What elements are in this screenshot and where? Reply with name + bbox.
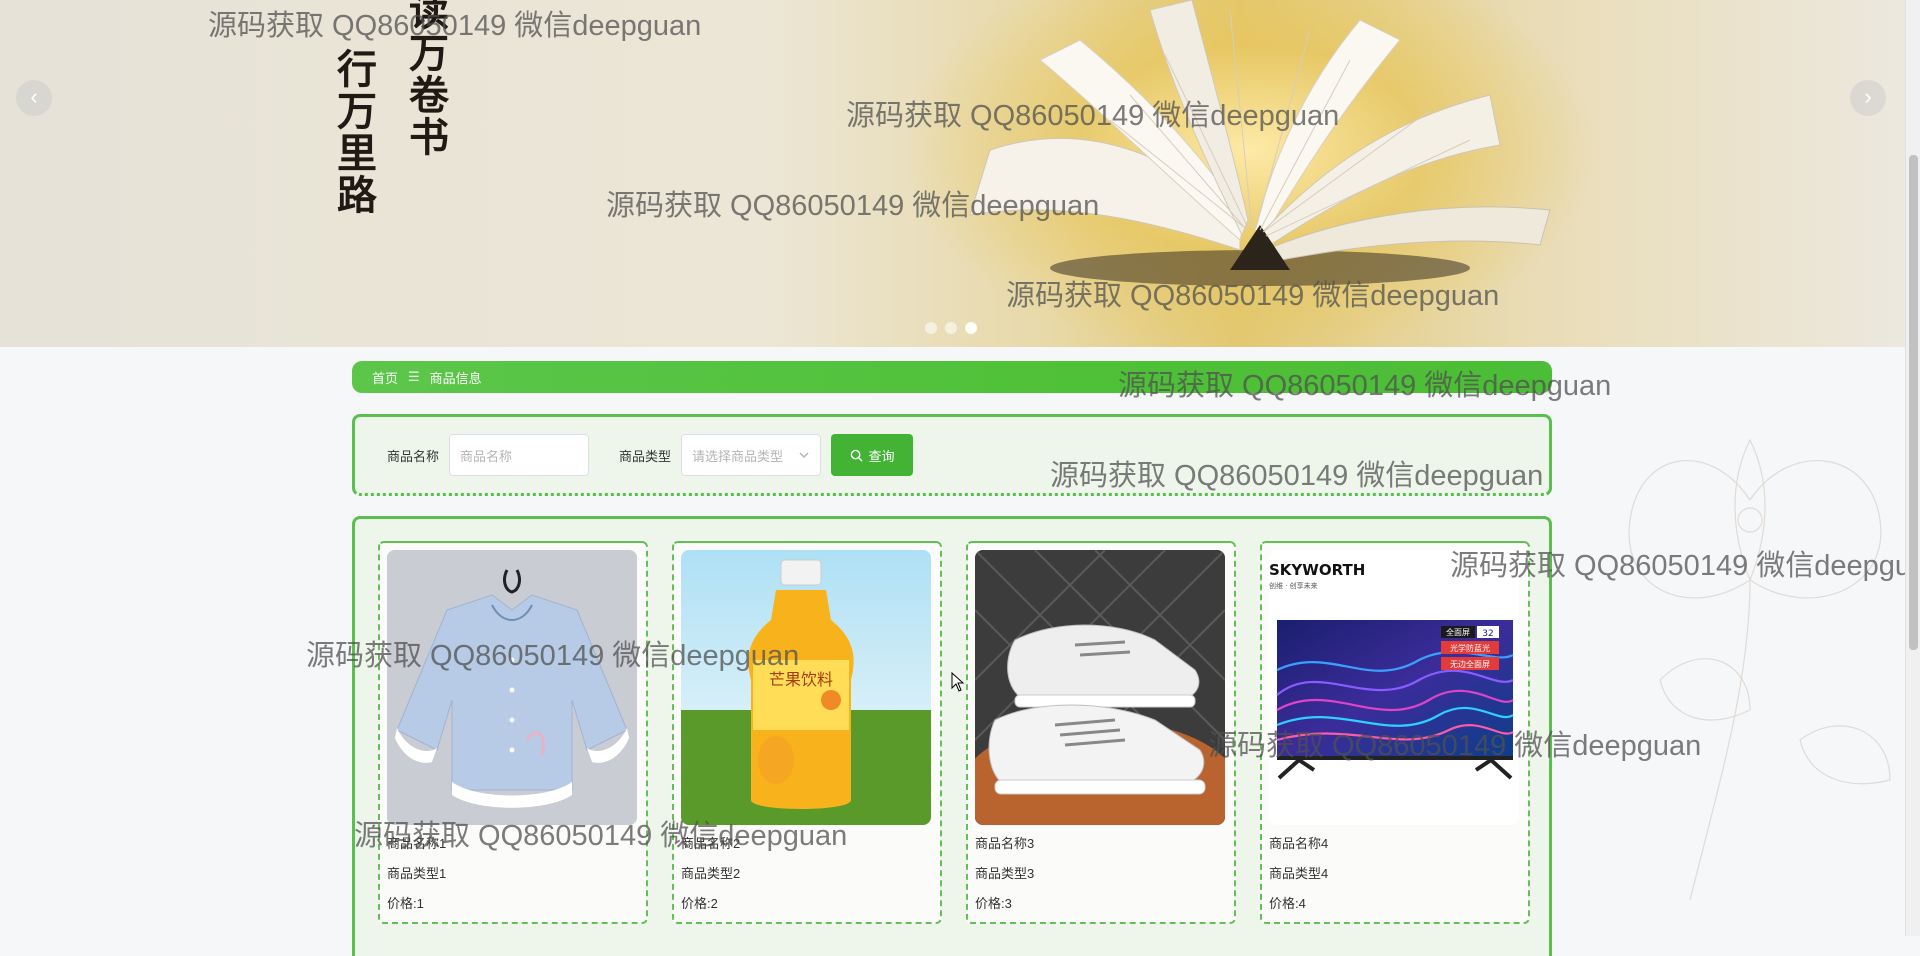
tv-tag-blue-light: 光学防蓝光 (1450, 643, 1490, 653)
product-name: 商品名称4 (1269, 836, 1329, 851)
search-icon (850, 449, 863, 462)
product-image-sneakers[interactable] (975, 550, 1225, 825)
sneakers-illustration (975, 550, 1225, 825)
breadcrumb: 首页 ☰ 商品信息 (352, 361, 1552, 393)
breadcrumb-home-link[interactable]: 首页 (372, 368, 398, 387)
product-type-label: 商品类型 (619, 448, 672, 464)
search-button[interactable]: 查询 (831, 434, 914, 476)
product-list: 商品名称1 商品类型1 价格:1 芒果饮料 商品名称2 商品类型2 价格:2 商… (352, 516, 1552, 956)
product-image-television[interactable]: SKYWORTH 创维 · 创享未来 全面屏 32 光学防蓝光 无边全面屏 (1269, 550, 1519, 825)
calligraphy-text-2: 行万里路 (330, 48, 377, 216)
television-illustration: SKYWORTH 创维 · 创享未来 全面屏 32 光学防蓝光 无边全面屏 (1269, 550, 1519, 825)
breadcrumb-separator-icon: ☰ (408, 369, 420, 384)
product-type: 商品类型3 (975, 866, 1035, 881)
search-panel: 商品名称 商品名称 商品类型 请选择商品类型 查询 (352, 414, 1552, 496)
calligraphy-text-1: 读万卷书 (402, 0, 449, 158)
product-price: 价格:2 (681, 896, 718, 911)
banner-carousel[interactable]: 读万卷书 行万里路 ‹ › (0, 0, 1905, 347)
product-card-4[interactable]: SKYWORTH 创维 · 创享未来 全面屏 32 光学防蓝光 无边全面屏 商品… (1260, 541, 1530, 924)
vertical-scrollbar[interactable] (1905, 0, 1920, 936)
carousel-indicators (925, 322, 977, 334)
product-name-label: 商品名称 (387, 448, 440, 464)
chevron-down-icon (799, 452, 809, 458)
product-image-juice[interactable]: 芒果饮料 (681, 550, 931, 825)
tv-tag-fullscreen: 全面屏 (1446, 627, 1470, 637)
product-type: 商品类型1 (387, 866, 447, 881)
product-card-2[interactable]: 芒果饮料 商品名称2 商品类型2 价格:2 (672, 541, 942, 924)
product-name: 商品名称1 (387, 836, 447, 851)
product-type-placeholder: 请选择商品类型 (692, 448, 784, 464)
search-button-label: 查询 (868, 448, 895, 464)
carousel-next-button[interactable]: › (1850, 80, 1886, 116)
carousel-prev-button[interactable]: ‹ (16, 80, 52, 116)
tv-tag-borderless: 无边全面屏 (1450, 659, 1490, 669)
product-type: 商品类型2 (681, 866, 741, 881)
tv-tag-size: 32 (1482, 629, 1493, 639)
product-name-placeholder: 商品名称 (460, 448, 513, 464)
book-image (969, 0, 1551, 286)
product-image-blouse[interactable] (387, 550, 637, 825)
carousel-dot-1[interactable] (925, 322, 937, 334)
product-name: 商品名称2 (681, 836, 741, 851)
scrollbar-thumb[interactable] (1909, 155, 1918, 650)
product-price: 价格:4 (1269, 896, 1306, 911)
tv-brand-logo: SKYWORTH (1269, 561, 1365, 579)
carousel-dot-2[interactable] (945, 322, 957, 334)
carousel-dot-3[interactable] (965, 322, 977, 334)
juice-illustration: 芒果饮料 (681, 550, 931, 825)
breadcrumb-current: 商品信息 (429, 370, 482, 386)
product-price: 价格:3 (975, 896, 1012, 911)
tv-brand-slogan: 创维 · 创享未来 (1269, 581, 1318, 590)
product-card-3[interactable]: 商品名称3 商品类型3 价格:3 (966, 541, 1236, 924)
product-type: 商品类型4 (1269, 866, 1329, 881)
product-card-1[interactable]: 商品名称1 商品类型1 价格:1 (378, 541, 648, 924)
product-name: 商品名称3 (975, 836, 1035, 851)
product-price: 价格:1 (387, 896, 424, 911)
mouse-cursor-icon (951, 672, 965, 692)
blouse-illustration (387, 550, 637, 825)
floral-decoration (1628, 438, 1891, 901)
juice-label: 芒果饮料 (769, 670, 833, 689)
product-name-input[interactable]: 商品名称 (449, 434, 590, 476)
product-type-select[interactable]: 请选择商品类型 (681, 434, 822, 476)
